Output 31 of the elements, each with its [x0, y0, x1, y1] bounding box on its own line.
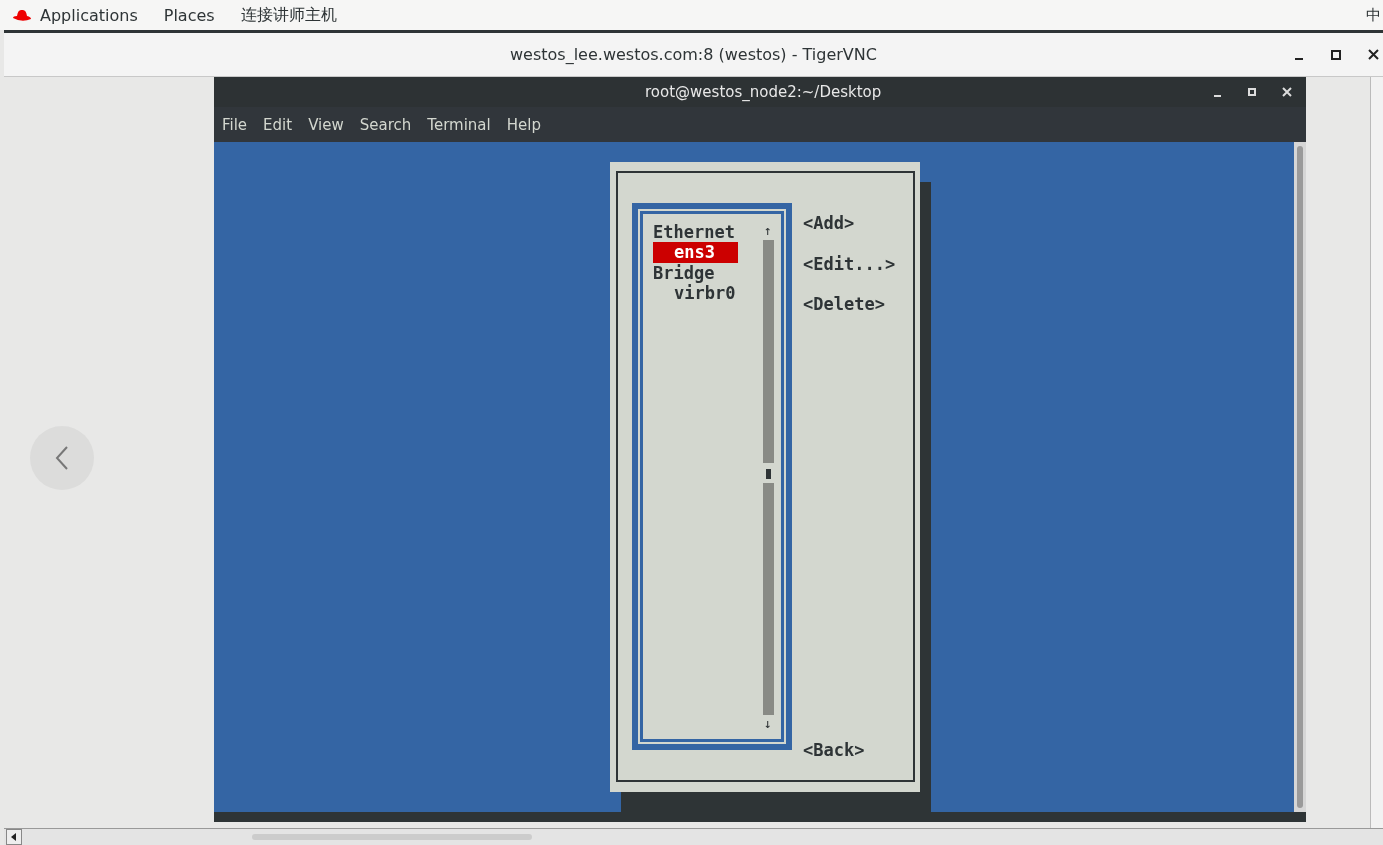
connection-item[interactable]: virbr0	[653, 283, 738, 304]
maximize-icon[interactable]	[1331, 49, 1341, 60]
connection-type: Ethernet	[653, 222, 735, 243]
horizontal-scrollbar[interactable]	[4, 828, 1383, 845]
terminal-scrollbar[interactable]	[1294, 142, 1306, 812]
scroll-up-arrow[interactable]: ↑	[764, 222, 772, 240]
action-button[interactable]: <Add>	[803, 213, 896, 254]
action-button[interactable]: <Delete>	[803, 294, 896, 335]
menu-item[interactable]: Terminal	[427, 115, 491, 134]
input-method-indicator[interactable]: 中	[1366, 5, 1381, 25]
hat-icon	[12, 8, 32, 22]
connection-type: Bridge	[653, 262, 715, 284]
connection-item[interactable]: ens3	[653, 242, 738, 263]
scrollbar[interactable]	[762, 240, 774, 715]
close-icon[interactable]	[1368, 49, 1379, 60]
window-title: westos_lee.westos.com:8 (westos) - TigerVNC	[510, 45, 877, 64]
back-button[interactable]: <Back>	[803, 740, 896, 760]
top-menu-item[interactable]: 连接讲师主机	[240, 4, 337, 26]
action-button[interactable]: <Edit...>	[803, 253, 896, 294]
chevron-left-icon	[54, 445, 70, 471]
menu-item[interactable]: Help	[506, 115, 541, 134]
top-menu-item[interactable]: Applications	[40, 5, 138, 25]
top-menu-item[interactable]: Places	[163, 5, 215, 25]
menu-item[interactable]: View	[308, 115, 344, 134]
terminal-title: root@westos_node2:~/Desktop	[645, 83, 882, 101]
menu-item[interactable]: File	[222, 115, 248, 134]
scroll-left-icon[interactable]	[6, 829, 22, 845]
vertical-scrollbar[interactable]	[1370, 77, 1383, 828]
menu-item[interactable]: Edit	[263, 115, 293, 134]
scroll-down-arrow[interactable]: ↓	[764, 715, 772, 733]
menu-item[interactable]: Search	[359, 115, 412, 134]
